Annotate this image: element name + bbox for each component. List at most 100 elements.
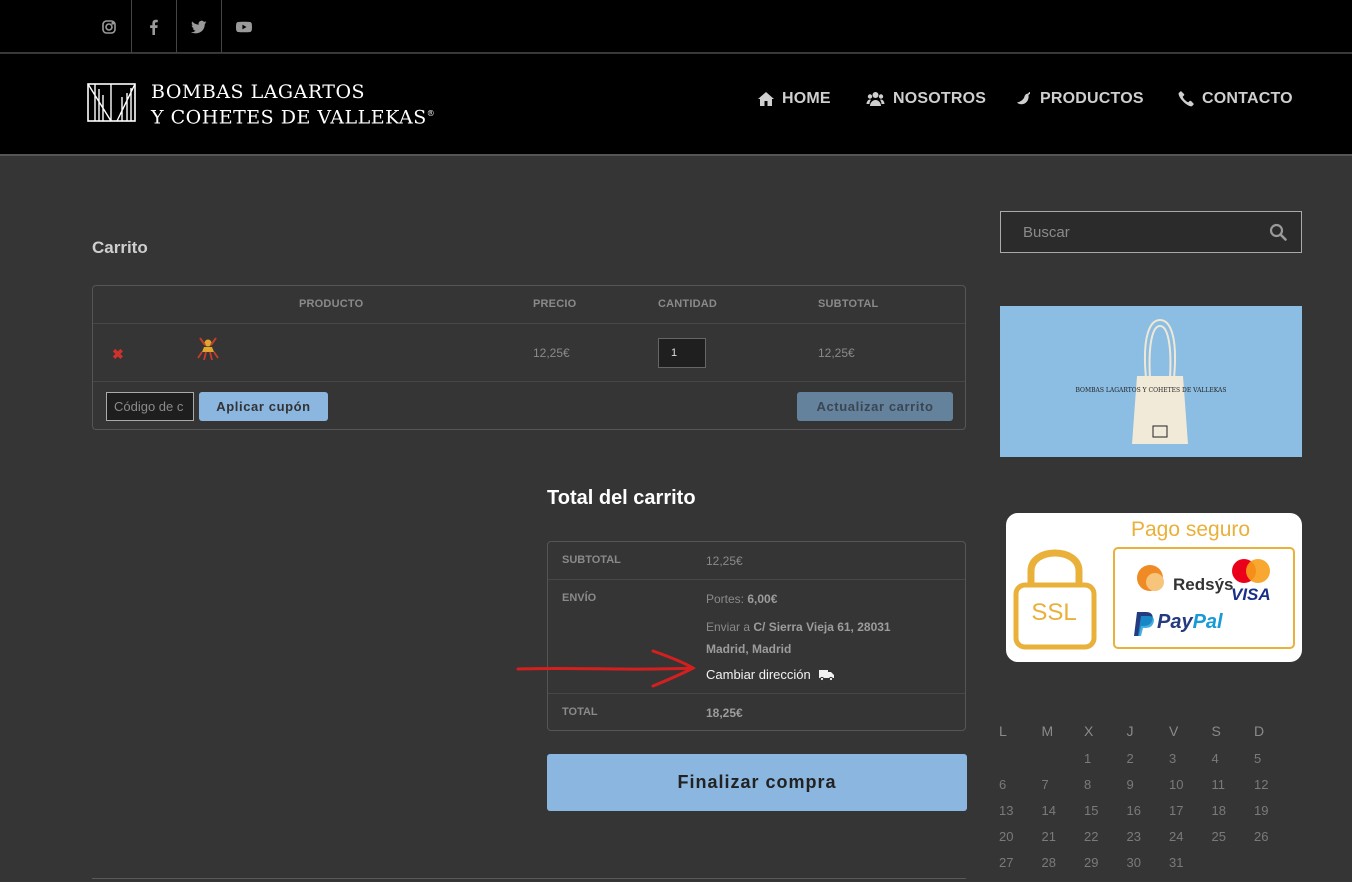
shipping-prefix: Portes: [706, 592, 745, 606]
total-label: TOTAL [562, 706, 598, 718]
shipping-label: ENVÍO [562, 592, 597, 604]
secure-payment-badge: SSL Pago seguro Redsýs VISA PayPal [1006, 513, 1302, 662]
social-bar [0, 0, 1352, 53]
calendar-day: 7 [1041, 777, 1049, 792]
coupon-input[interactable]: Código de c [106, 392, 194, 421]
annotation-arrow [516, 649, 697, 688]
quantity-input[interactable]: 1 [658, 338, 706, 368]
calendar-day: 23 [1126, 829, 1141, 844]
search-icon[interactable] [1269, 223, 1287, 241]
divider [93, 323, 965, 324]
calendar-day: 3 [1169, 751, 1177, 766]
calendar-day [1254, 855, 1297, 870]
weekday: M [1041, 723, 1054, 739]
calendar-day: 26 [1254, 829, 1269, 844]
nav-contacto[interactable]: CONTACTO [1178, 90, 1293, 108]
calendar-day: 1 [1084, 751, 1092, 766]
page-title: Carrito [92, 238, 148, 257]
calendar-weekdays: L M X J V S D [999, 723, 1297, 739]
calendar-day [1042, 751, 1085, 766]
calendar-day: 6 [999, 777, 1007, 792]
home-icon [758, 92, 774, 106]
calendar-day: 12 [1254, 777, 1269, 792]
facebook-icon[interactable] [131, 0, 175, 53]
calendar-day: 27 [999, 855, 1014, 870]
brand-name[interactable]: BOMBAS LAGARTOS Y COHETES DE VALLEKAS® [151, 81, 435, 128]
nav-home[interactable]: HOME [758, 90, 831, 108]
update-cart-button[interactable]: Actualizar carrito [797, 392, 953, 421]
divider [93, 381, 965, 382]
phone-icon [1178, 91, 1194, 107]
visa-logo: VISA [1231, 585, 1271, 604]
remove-item-button[interactable]: ✖ [112, 346, 124, 363]
calendar-day: 20 [999, 829, 1014, 844]
nav-productos[interactable]: PRODUCTOS [1016, 90, 1144, 108]
item-price: 12,25€ [533, 346, 570, 360]
header-price: PRECIO [533, 298, 577, 310]
registered-mark: ® [426, 109, 436, 118]
calendar-week: 1 2 3 4 5 [999, 751, 1297, 766]
weekday: S [1211, 723, 1221, 739]
calendar-day: 9 [1126, 777, 1134, 792]
brand-line-2: Y COHETES DE VALLEKAS [151, 106, 427, 129]
calendar-day: 14 [1041, 803, 1056, 818]
total-value: 18,25€ [706, 706, 743, 720]
calendar-day: 28 [1041, 855, 1056, 870]
users-icon [866, 92, 885, 106]
weekday: L [999, 723, 1007, 739]
paypal-logo: PayPal [1157, 611, 1223, 634]
apply-coupon-button[interactable]: Aplicar cupón [199, 392, 328, 421]
search-box[interactable]: Buscar [1000, 211, 1302, 253]
calendar-day: 11 [1211, 777, 1226, 792]
calendar-week: 20 21 22 23 24 25 26 [999, 829, 1297, 844]
subtotal-value: 12,25€ [706, 554, 743, 568]
calendar-week: 13 14 15 16 17 18 19 [999, 803, 1297, 818]
ship-to-prefix: Enviar a [706, 620, 751, 634]
weekday: J [1126, 723, 1134, 739]
calendar-day: 10 [1169, 777, 1184, 792]
calendar-day [999, 751, 1042, 766]
secure-payment-title: Pago seguro [1131, 518, 1251, 541]
calendar-day: 18 [1211, 803, 1226, 818]
subtotal-label: SUBTOTAL [562, 554, 621, 566]
calendar-day: 13 [999, 803, 1014, 818]
calendar-day: 4 [1211, 751, 1219, 766]
product-thumbnail[interactable] [195, 336, 221, 362]
logo-icon[interactable] [87, 83, 136, 122]
calendar-week: 6 7 8 9 10 11 12 [999, 777, 1297, 792]
youtube-icon[interactable] [221, 0, 265, 53]
instagram-icon[interactable] [87, 0, 131, 53]
calendar-day: 19 [1254, 803, 1269, 818]
twitter-icon[interactable] [176, 0, 220, 53]
padlock-icon [1013, 549, 1097, 650]
calendar-week: 27 28 29 30 31 [999, 855, 1297, 870]
chili-icon [1017, 92, 1030, 105]
truck-icon [818, 669, 834, 681]
checkout-button[interactable]: Finalizar compra [547, 754, 967, 811]
redsys-logo-icon [1137, 565, 1164, 591]
calendar-day: 29 [1084, 855, 1099, 870]
nav-productos-label: PRODUCTOS [1040, 90, 1144, 107]
divider [548, 579, 965, 580]
weekday: X [1084, 723, 1094, 739]
header-subtotal: SUBTOTAL [818, 298, 879, 310]
tote-bag-image [1132, 318, 1188, 444]
ssl-label: SSL [1031, 599, 1077, 626]
item-subtotal: 12,25€ [818, 346, 855, 360]
calendar-day: 25 [1211, 829, 1226, 844]
header-product: PRODUCTO [299, 298, 364, 310]
divider [548, 693, 965, 694]
calendar-day: 24 [1169, 829, 1184, 844]
calendar-day: 8 [1084, 777, 1092, 792]
nav-nosotros[interactable]: NOSOTROS [866, 90, 986, 108]
calendar-day: 5 [1254, 751, 1262, 766]
promo-banner[interactable]: BOMBAS LAGARTOS Y COHETES DE VALLEKAS [1000, 306, 1302, 457]
change-address-link[interactable]: Cambiar dirección [706, 667, 834, 682]
divider [92, 878, 966, 879]
calendar-day: 2 [1126, 751, 1134, 766]
nav-contacto-label: CONTACTO [1202, 90, 1293, 107]
nav-nosotros-label: NOSOTROS [893, 90, 987, 107]
paypal-logo-pay: Pay [1157, 611, 1193, 633]
paypal-logo-pal: Pal [1192, 611, 1223, 633]
search-input[interactable]: Buscar [1023, 224, 1070, 241]
